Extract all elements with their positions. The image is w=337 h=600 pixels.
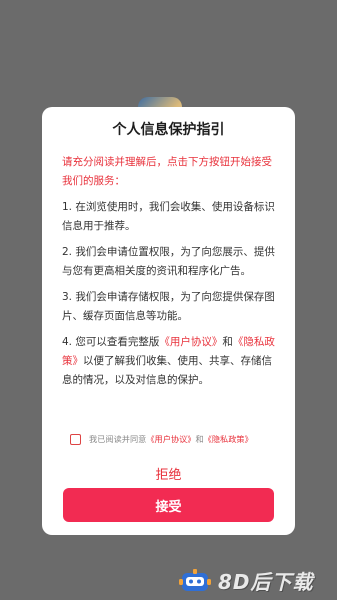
policy-item-4-suffix: 以便了解我们收集、使用、共享、存储信息的情况，以及对信息的保护。 xyxy=(62,355,272,386)
dialog-content: 请充分阅读并理解后，点击下方按钮开始接受我们的服务： 1. 在浏览使用时，我们会… xyxy=(62,153,279,397)
policy-item-3: 3. 我们会申请存储权限，为了向您提供保存图片、缓存页面信息等功能。 xyxy=(62,291,275,322)
watermark: 8D后下载 xyxy=(178,566,314,595)
policy-item-4-and: 和 xyxy=(222,336,233,348)
dialog-title: 个人信息保护指引 xyxy=(112,122,225,138)
consent-user-agreement-link[interactable]: 《用户协议》 xyxy=(146,433,195,445)
policy-item-2: 2. 我们会申请位置权限，为了向您展示、提供与您有更高相关度的资讯和程序化广告。 xyxy=(62,246,275,277)
consent-prefix: 我已阅读并同意 xyxy=(89,434,147,444)
consent-and: 和 xyxy=(195,434,204,444)
watermark-text: 8D后下载 xyxy=(218,570,314,594)
policy-item-1: 1. 在浏览使用时，我们会收集、使用设备标识信息用于推荐。 xyxy=(62,201,275,232)
consent-checkbox[interactable] xyxy=(70,433,81,445)
policy-item-4-prefix: 4. 您可以查看完整版 xyxy=(62,336,160,348)
user-agreement-link[interactable]: 《用户协议》 xyxy=(159,336,222,348)
consent-row: 我已阅读并同意 《用户协议》 和 《隐私政策》 xyxy=(70,433,285,445)
consent-privacy-policy-link[interactable]: 《隐私政策》 xyxy=(204,433,253,445)
robot-icon xyxy=(179,568,211,591)
decline-button[interactable]: 拒绝 xyxy=(42,464,295,483)
intro-text: 请充分阅读并理解后，点击下方按钮开始接受我们的服务： xyxy=(62,156,272,187)
policy-item-4: 4. 您可以查看完整版《用户协议》和《隐私政策》以便了解我们收集、使用、共享、存… xyxy=(62,333,279,390)
privacy-dialog: 个人信息保护指引 请充分阅读并理解后，点击下方按钮开始接受我们的服务： 1. 在… xyxy=(42,107,295,535)
accept-button[interactable]: 接受 xyxy=(63,488,274,522)
